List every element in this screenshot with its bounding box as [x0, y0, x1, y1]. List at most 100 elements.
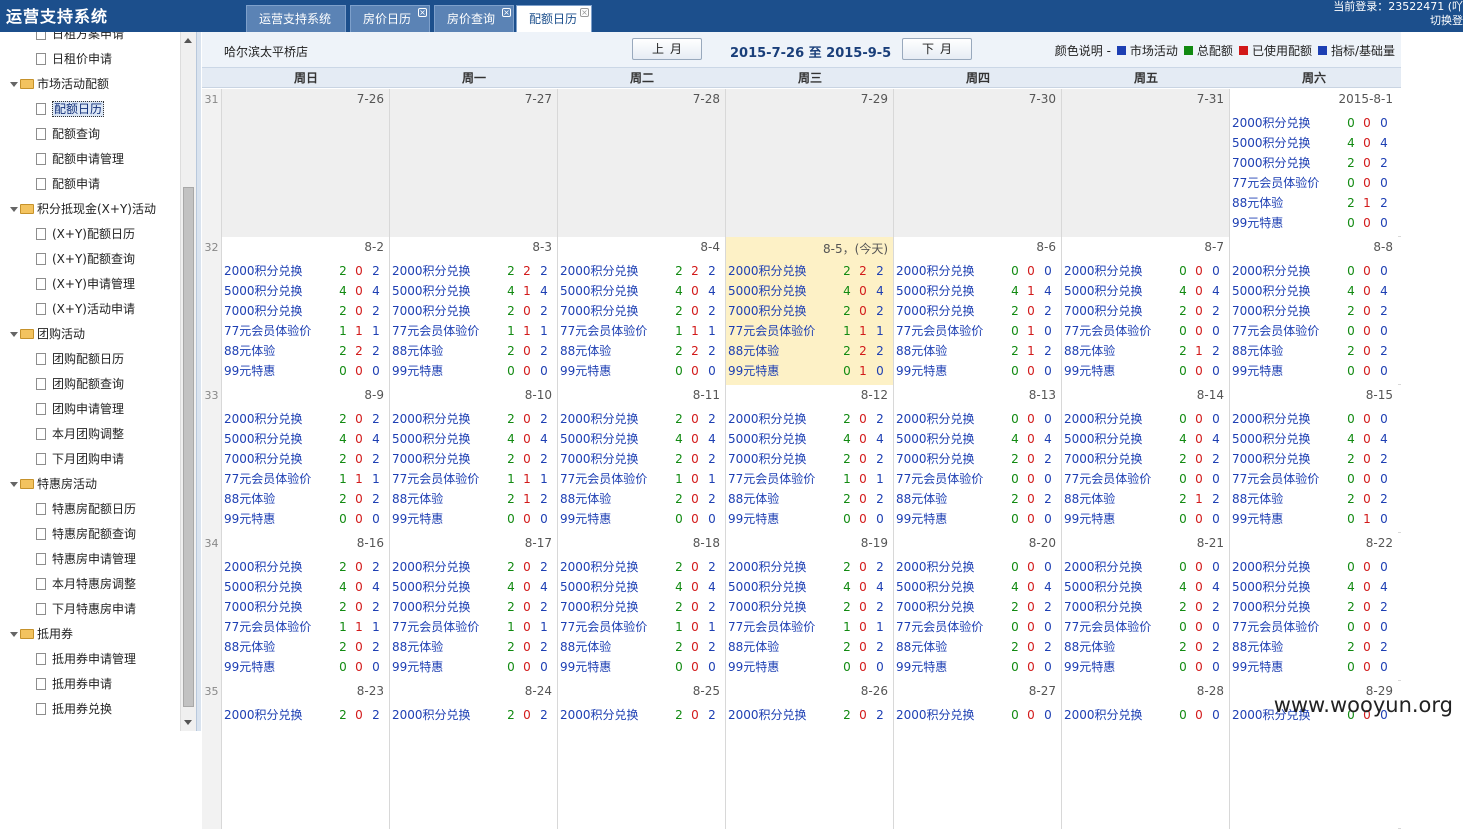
close-icon[interactable]: ×	[418, 8, 427, 17]
quota-row[interactable]: 5000积分兑换404	[1232, 281, 1396, 301]
quota-row[interactable]: 77元会员体验价000	[1232, 173, 1396, 193]
sidebar-item[interactable]: 特惠房配额日历	[36, 499, 136, 519]
quota-name[interactable]: 2000积分兑换	[224, 705, 303, 725]
day-cell[interactable]: 8-232000积分兑换202	[222, 681, 390, 829]
quota-name[interactable]: 2000积分兑换	[1064, 705, 1143, 725]
quota-name[interactable]: 5000积分兑换	[392, 429, 471, 449]
panel-divider[interactable]	[196, 32, 201, 731]
quota-row[interactable]: 77元会员体验价101	[392, 617, 556, 637]
quota-name[interactable]: 88元体验	[1232, 489, 1283, 509]
day-cell[interactable]: 8-32000积分兑换2225000积分兑换4147000积分兑换20277元会…	[390, 237, 558, 385]
quota-row[interactable]: 2000积分兑换000	[1064, 261, 1228, 281]
quota-name[interactable]: 88元体验	[392, 637, 443, 657]
sidebar-item[interactable]: 特惠房申请管理	[36, 549, 136, 569]
quota-row[interactable]: 7000积分兑换202	[1232, 597, 1396, 617]
quota-name[interactable]: 88元体验	[728, 341, 779, 361]
day-cell[interactable]: 7-27	[390, 89, 558, 237]
quota-name[interactable]: 88元体验	[1232, 341, 1283, 361]
quota-row[interactable]: 99元特惠000	[392, 361, 556, 381]
day-cell[interactable]: 8-212000积分兑换0005000积分兑换4047000积分兑换20277元…	[1062, 533, 1230, 681]
day-cell[interactable]: 2015-8-12000积分兑换0005000积分兑换4047000积分兑换20…	[1230, 89, 1398, 237]
quota-name[interactable]: 7000积分兑换	[392, 597, 471, 617]
tab-1[interactable]: 房价日历×	[350, 5, 430, 32]
quota-name[interactable]: 99元特惠	[728, 509, 779, 529]
quota-name[interactable]: 77元会员体验价	[224, 617, 311, 637]
sidebar-group[interactable]: 积分抵现金(X+Y)活动	[10, 199, 156, 219]
quota-row[interactable]: 99元特惠000	[560, 509, 724, 529]
quota-row[interactable]: 5000积分兑换404	[1232, 429, 1396, 449]
quota-row[interactable]: 88元体验202	[392, 341, 556, 361]
quota-name[interactable]: 7000积分兑换	[392, 449, 471, 469]
quota-row[interactable]: 77元会员体验价101	[728, 617, 892, 637]
quota-name[interactable]: 99元特惠	[1232, 213, 1283, 233]
quota-row[interactable]: 2000积分兑换000	[896, 409, 1060, 429]
quota-name[interactable]: 88元体验	[560, 341, 611, 361]
quota-row[interactable]: 2000积分兑换000	[1232, 261, 1396, 281]
quota-name[interactable]: 5000积分兑换	[728, 429, 807, 449]
quota-row[interactable]: 99元特惠000	[224, 657, 388, 677]
quota-row[interactable]: 2000积分兑换000	[1064, 409, 1228, 429]
day-cell[interactable]: 8-222000积分兑换0005000积分兑换4047000积分兑换20277元…	[1230, 533, 1398, 681]
quota-row[interactable]: 88元体验202	[896, 489, 1060, 509]
quota-name[interactable]: 99元特惠	[224, 361, 275, 381]
quota-name[interactable]: 77元会员体验价	[392, 617, 479, 637]
quota-row[interactable]: 2000积分兑换202	[224, 557, 388, 577]
quota-row[interactable]: 88元体验212	[1232, 193, 1396, 213]
quota-row[interactable]: 7000积分兑换202	[1064, 449, 1228, 469]
quota-name[interactable]: 2000积分兑换	[1064, 557, 1143, 577]
quota-row[interactable]: 77元会员体验价111	[224, 617, 388, 637]
quota-name[interactable]: 7000积分兑换	[560, 301, 639, 321]
sidebar-item[interactable]: (X+Y)配额日历	[36, 224, 135, 244]
day-cell[interactable]: 8-182000积分兑换2025000积分兑换4047000积分兑换20277元…	[558, 533, 726, 681]
quota-row[interactable]: 2000积分兑换202	[224, 261, 388, 281]
quota-name[interactable]: 2000积分兑换	[224, 557, 303, 577]
sidebar-item[interactable]: 团购申请管理	[36, 399, 124, 419]
quota-name[interactable]: 99元特惠	[392, 361, 443, 381]
quota-row[interactable]: 5000积分兑换404	[896, 577, 1060, 597]
quota-row[interactable]: 99元特惠000	[728, 509, 892, 529]
quota-name[interactable]: 99元特惠	[896, 361, 947, 381]
quota-name[interactable]: 88元体验	[1064, 489, 1115, 509]
switch-link[interactable]: 切换登	[1333, 14, 1463, 28]
quota-row[interactable]: 2000积分兑换000	[896, 557, 1060, 577]
quota-name[interactable]: 77元会员体验价	[560, 321, 647, 341]
quota-row[interactable]: 7000积分兑换202	[560, 449, 724, 469]
quota-row[interactable]: 88元体验202	[1232, 489, 1396, 509]
day-cell[interactable]: 8-112000积分兑换2025000积分兑换4047000积分兑换20277元…	[558, 385, 726, 533]
day-cell[interactable]: 7-31	[1062, 89, 1230, 237]
quota-row[interactable]: 99元特惠010	[728, 361, 892, 381]
quota-name[interactable]: 2000积分兑换	[1232, 261, 1311, 281]
quota-name[interactable]: 88元体验	[392, 341, 443, 361]
quota-row[interactable]: 88元体验202	[1232, 341, 1396, 361]
next-month-button[interactable]: 下月	[902, 38, 972, 60]
quota-row[interactable]: 2000积分兑换202	[392, 557, 556, 577]
quota-row[interactable]: 77元会员体验价000	[1064, 321, 1228, 341]
quota-row[interactable]: 2000积分兑换000	[1064, 557, 1228, 577]
quota-name[interactable]: 77元会员体验价	[1232, 321, 1319, 341]
quota-row[interactable]: 5000积分兑换404	[392, 429, 556, 449]
day-cell[interactable]: 8-172000积分兑换2025000积分兑换4047000积分兑换20277元…	[390, 533, 558, 681]
quota-row[interactable]: 2000积分兑换202	[560, 409, 724, 429]
quota-name[interactable]: 2000积分兑换	[1232, 557, 1311, 577]
sidebar-group[interactable]: 团购活动	[10, 324, 85, 344]
quota-name[interactable]: 99元特惠	[1064, 509, 1115, 529]
quota-row[interactable]: 88元体验212	[896, 341, 1060, 361]
quota-name[interactable]: 2000积分兑换	[728, 557, 807, 577]
scrollbar-thumb[interactable]	[183, 187, 194, 707]
sidebar-item[interactable]: 配额日历	[36, 99, 104, 119]
quota-name[interactable]: 2000积分兑换	[560, 557, 639, 577]
quota-name[interactable]: 7000积分兑换	[560, 597, 639, 617]
day-cell[interactable]: 8-92000积分兑换2025000积分兑换4047000积分兑换20277元会…	[222, 385, 390, 533]
quota-name[interactable]: 88元体验	[896, 489, 947, 509]
quota-row[interactable]: 77元会员体验价000	[1232, 617, 1396, 637]
quota-name[interactable]: 5000积分兑换	[560, 577, 639, 597]
quota-name[interactable]: 7000积分兑换	[896, 449, 975, 469]
quota-name[interactable]: 99元特惠	[1232, 361, 1283, 381]
quota-name[interactable]: 2000积分兑换	[896, 409, 975, 429]
quota-row[interactable]: 2000积分兑换000	[1232, 113, 1396, 133]
quota-row[interactable]: 5000积分兑换404	[560, 281, 724, 301]
quota-name[interactable]: 99元特惠	[224, 657, 275, 677]
quota-row[interactable]: 5000积分兑换404	[224, 429, 388, 449]
sidebar-group[interactable]: 市场活动配额	[10, 74, 109, 94]
quota-row[interactable]: 77元会员体验价000	[896, 617, 1060, 637]
